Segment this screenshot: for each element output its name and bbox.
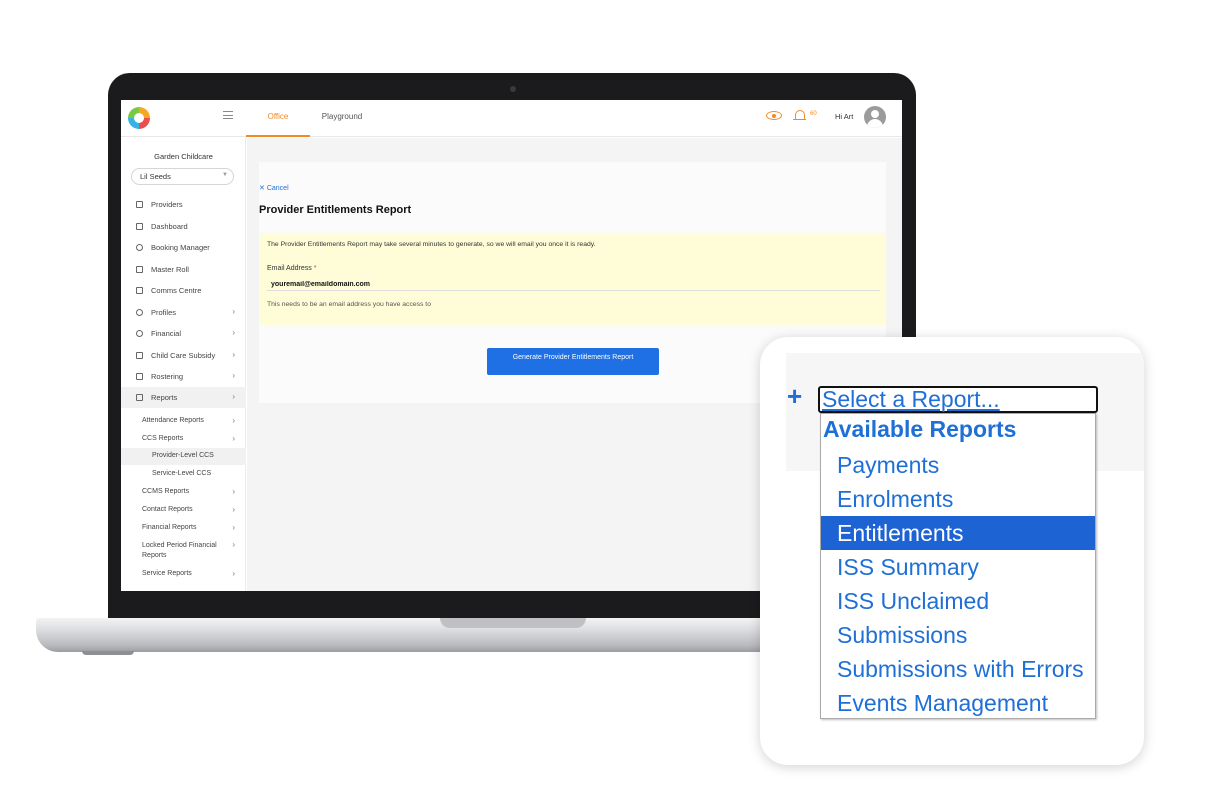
report-select[interactable]: Select a Report... (818, 386, 1098, 413)
generate-report-button[interactable]: Generate Provider Entitlements Report (487, 348, 659, 375)
sidebar-item-profiles[interactable]: Profiles › (121, 302, 246, 323)
sidebar-item-dashboard[interactable]: Dashboard (121, 216, 246, 237)
notice-text: The Provider Entitlements Report may tak… (267, 241, 596, 248)
sidebar-subitem-label: Attendance Reports (142, 417, 204, 424)
laptop-notch (440, 618, 586, 628)
sidebar-item-label: Providers (151, 200, 183, 209)
dropdown-option-iss-summary[interactable]: ISS Summary (821, 550, 1095, 584)
sidebar-subitem-service-level-ccs[interactable]: Service-Level CCS (121, 466, 246, 483)
tab-playground[interactable]: Playground (310, 100, 374, 137)
report-select-value: Select a Report... (822, 386, 1000, 412)
dropdown-option-submissions[interactable]: Submissions (821, 618, 1095, 652)
sidebar: Garden Childcare Lil Seeds ▼ Providers D… (121, 137, 246, 591)
chevron-right-icon: › (232, 392, 235, 401)
sidebar-item-label: Master Roll (151, 265, 189, 274)
report-icon (136, 394, 143, 401)
sidebar-subitem-label: CCS Reports (142, 435, 184, 442)
email-hint: This needs to be an email address you ha… (267, 301, 431, 308)
dropdown-option-enrolments[interactable]: Enrolments (821, 482, 1095, 516)
page-title: Provider Entitlements Report (259, 204, 412, 216)
sidebar-item-label: Booking Manager (151, 243, 210, 252)
sidebar-item-label: Comms Centre (151, 286, 202, 295)
chevron-right-icon: › (232, 523, 235, 532)
building-icon (136, 201, 143, 208)
chevron-right-icon: › (232, 434, 235, 443)
dropdown-option-events-management[interactable]: Events Management (821, 686, 1095, 720)
chevron-right-icon: › (232, 371, 235, 380)
sidebar-subitem-provider-level-ccs[interactable]: Provider-Level CCS (121, 448, 246, 465)
sidebar-item-rostering[interactable]: Rostering › (121, 366, 246, 387)
sidebar-item-comms-centre[interactable]: Comms Centre (121, 280, 246, 301)
sidebar-subitem-label: Financial Reports (142, 524, 197, 531)
sidebar-subitem-label: Service-Level CCS (152, 470, 212, 477)
close-icon: ✕ (259, 185, 265, 192)
refresh-icon (136, 244, 143, 251)
sidebar-item-providers[interactable]: Providers (121, 194, 246, 215)
org-name: Garden Childcare (154, 152, 213, 161)
report-dropdown-list: Available Reports Payments Enrolments En… (820, 413, 1096, 719)
app-header: Office Playground 60 Hi Art (121, 100, 902, 137)
notice-panel: The Provider Entitlements Report may tak… (259, 233, 886, 325)
chevron-right-icon: › (232, 569, 235, 578)
sidebar-subitem-label: CCMS Reports (142, 488, 190, 495)
required-asterisk: * (313, 265, 317, 272)
chevron-right-icon: › (232, 350, 235, 359)
sidebar-item-label: Reports (151, 393, 178, 402)
sidebar-item-label: Child Care Subsidy (151, 351, 216, 360)
hamburger-menu-icon[interactable] (223, 111, 233, 119)
sidebar-subitem-label: Service Reports (142, 570, 192, 577)
cancel-button[interactable]: ✕ Cancel (259, 184, 289, 192)
roster-icon (136, 373, 143, 380)
site-select[interactable]: Lil Seeds ▼ (131, 168, 234, 185)
user-icon (136, 309, 143, 316)
notification-count: 60 (810, 111, 817, 117)
laptop-foot (82, 651, 134, 655)
sidebar-subitem-label: Contact Reports (142, 506, 193, 513)
dropdown-option-iss-unclaimed[interactable]: ISS Unclaimed (821, 584, 1095, 618)
calendar-icon (136, 266, 143, 273)
sidebar-item-label: Financial (151, 329, 182, 338)
tab-office[interactable]: Office (246, 100, 310, 137)
chevron-right-icon: › (232, 487, 235, 496)
user-greeting: Hi Art (835, 112, 854, 121)
sidebar-item-master-roll[interactable]: Master Roll (121, 259, 246, 280)
plus-icon[interactable]: + (787, 383, 802, 409)
chevron-right-icon: › (232, 416, 235, 425)
sidebar-item-booking-manager[interactable]: Booking Manager (121, 237, 246, 258)
sidebar-item-child-care-subsidy[interactable]: Child Care Subsidy › (121, 345, 246, 366)
chevron-right-icon: › (232, 307, 235, 316)
dollar-icon (136, 330, 143, 337)
sidebar-item-label: Dashboard (151, 222, 188, 231)
zoom-callout: + Select a Report... Available Reports P… (760, 337, 1144, 765)
site-select-value: Lil Seeds (140, 172, 171, 181)
dropdown-group-label: Available Reports (823, 416, 1017, 442)
dropdown-option-submissions-with-errors[interactable]: Submissions with Errors (821, 652, 1095, 686)
cancel-label: Cancel (266, 185, 289, 192)
email-label: Email Address * (267, 265, 316, 272)
dropdown-option-payments[interactable]: Payments (821, 448, 1095, 482)
eye-icon[interactable] (766, 111, 782, 120)
dropdown-option-entitlements[interactable]: Entitlements (821, 516, 1095, 550)
logo-icon[interactable] (128, 107, 150, 129)
sidebar-item-label: Profiles (151, 308, 177, 317)
email-label-text: Email Address (267, 265, 312, 272)
sidebar-subitem-label: Provider-Level CCS (152, 452, 214, 459)
camera-icon (510, 86, 516, 92)
chevron-right-icon: › (232, 540, 235, 549)
chat-icon (136, 287, 143, 294)
chevron-down-icon: ▼ (222, 172, 228, 178)
chevron-right-icon: › (232, 328, 235, 337)
sidebar-subitem-label: Locked Period Financial Reports (142, 542, 217, 559)
bank-icon (136, 352, 143, 359)
sidebar-item-reports[interactable]: Reports › (121, 387, 246, 408)
email-field[interactable] (267, 278, 880, 291)
sidebar-item-label: Rostering (151, 372, 184, 381)
sidebar-item-financial[interactable]: Financial › (121, 323, 246, 344)
bell-icon[interactable] (793, 110, 806, 120)
chevron-right-icon: › (232, 505, 235, 514)
grid-icon (136, 223, 143, 230)
avatar[interactable] (864, 106, 886, 128)
